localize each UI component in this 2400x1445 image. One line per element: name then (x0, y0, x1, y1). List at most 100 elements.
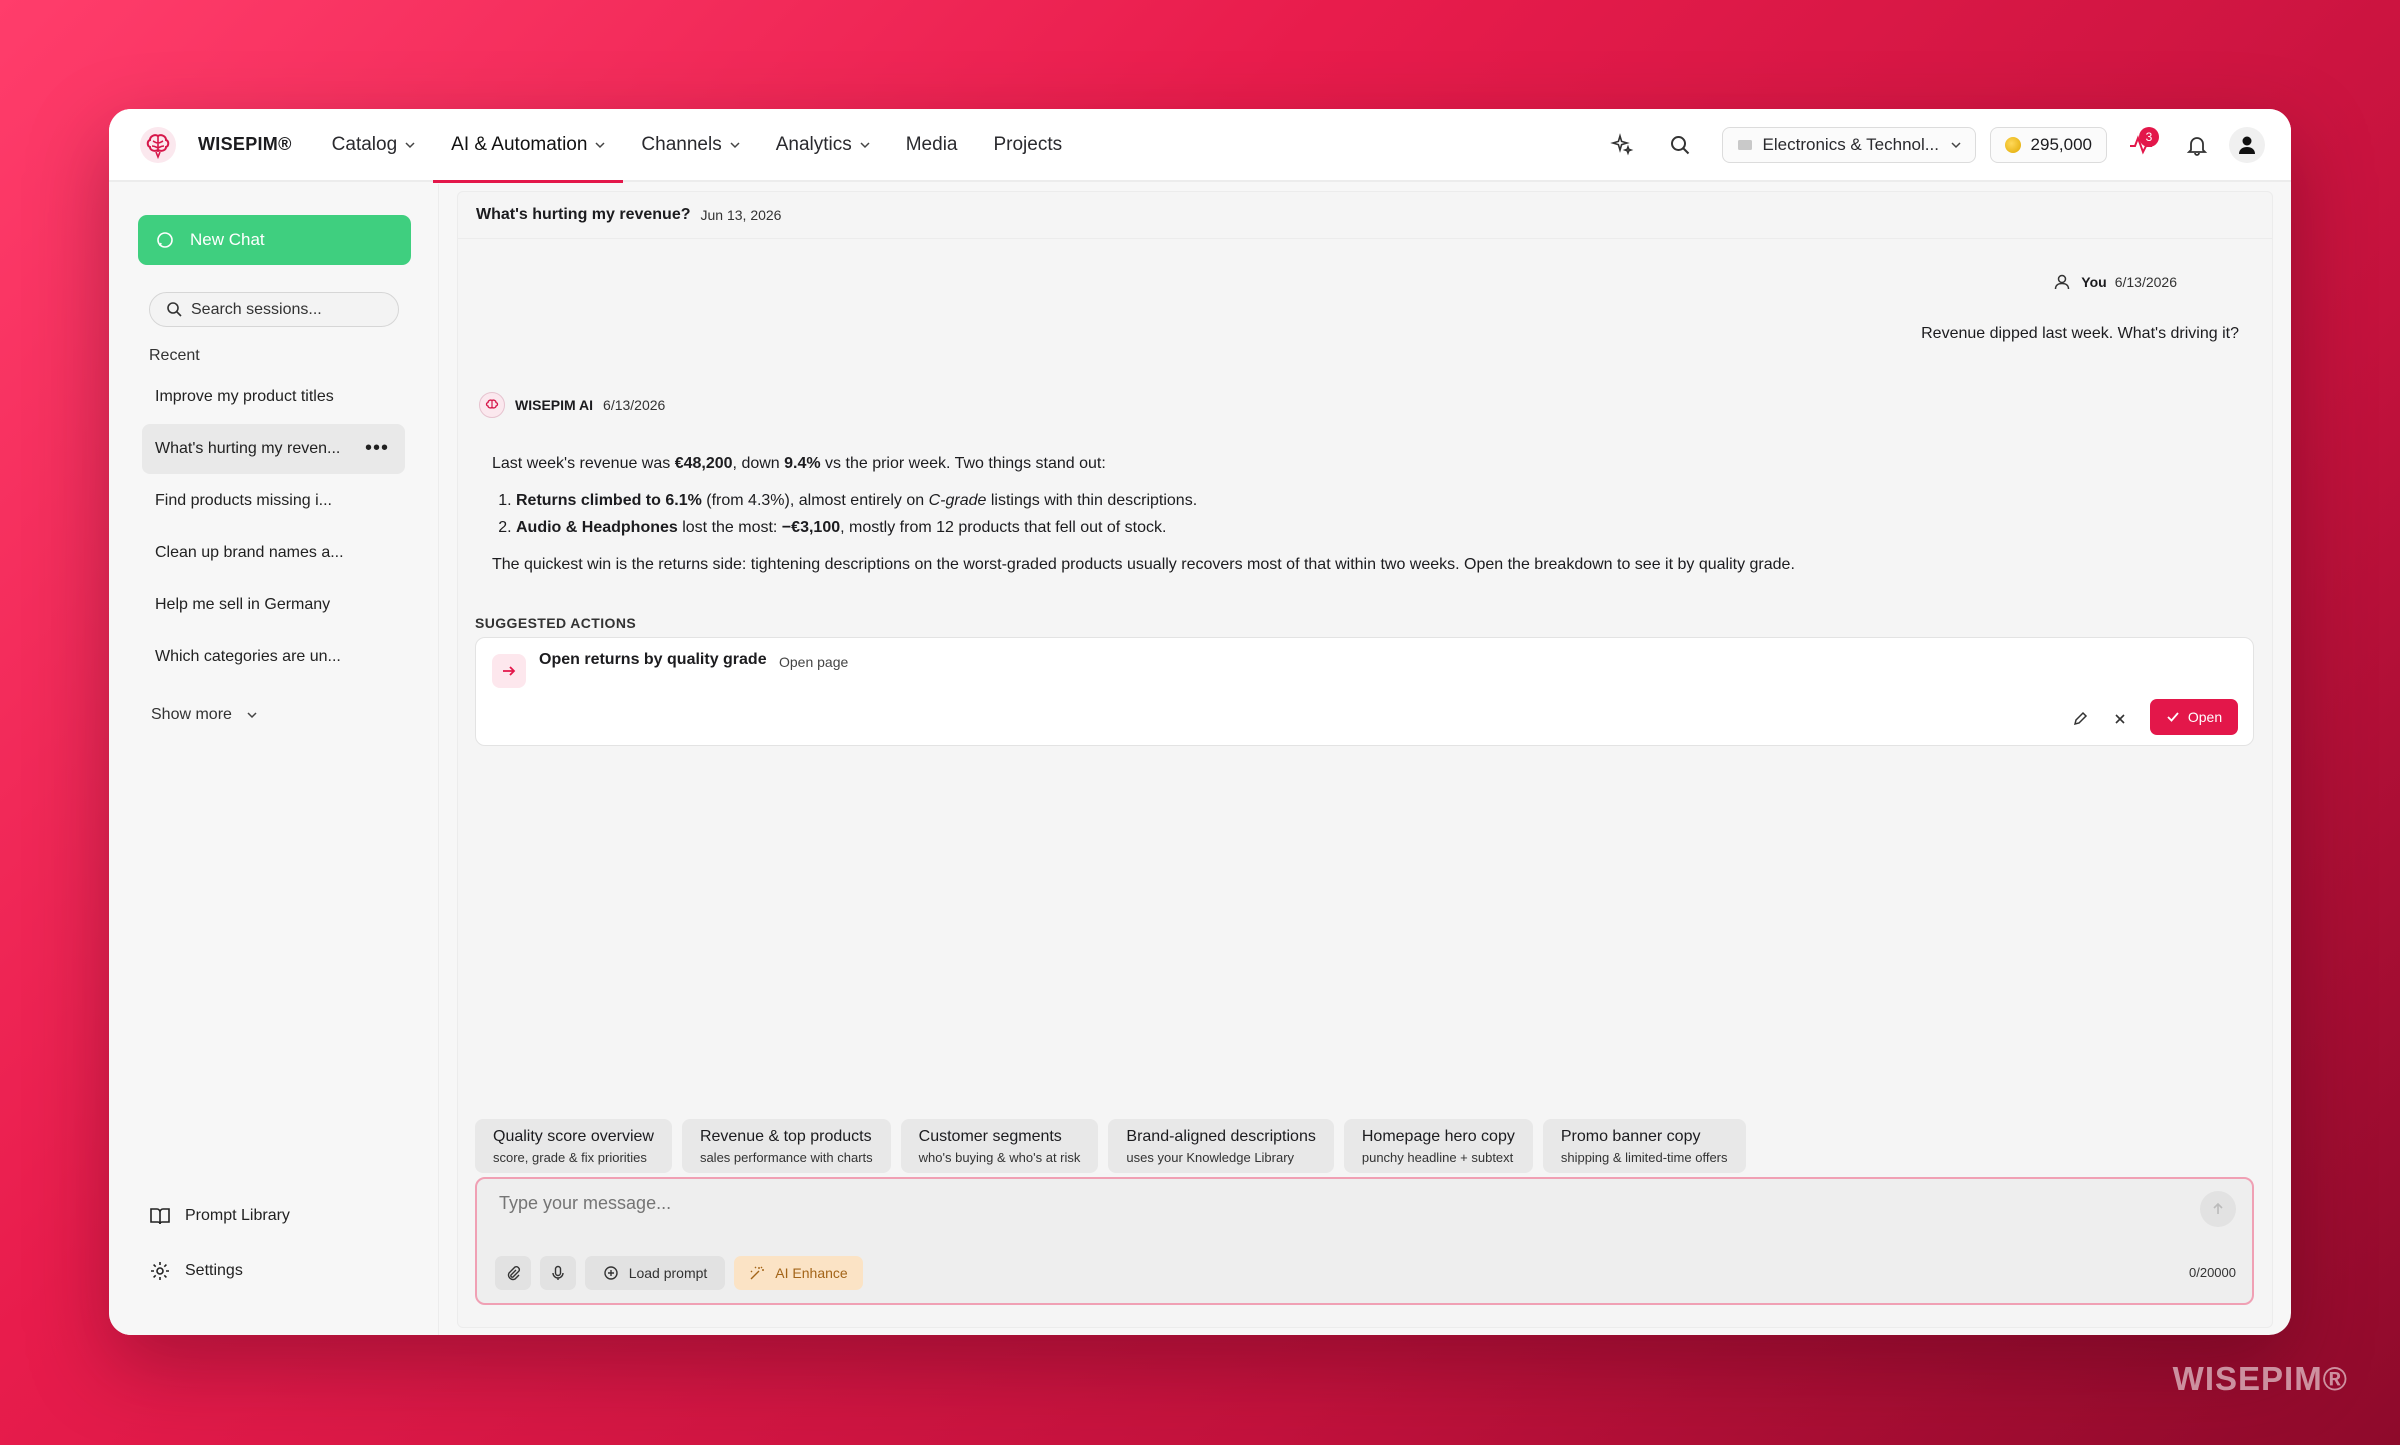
session-more-icon[interactable]: ••• (365, 437, 389, 460)
ai-sparkle-button[interactable] (1602, 125, 1642, 165)
session-item-active[interactable]: What's hurting my reven... ••• (142, 424, 405, 474)
chip-title: Customer segments (918, 1128, 1062, 1145)
nav-projects[interactable]: Projects (975, 109, 1080, 181)
search-sessions-input[interactable]: Search sessions... (149, 292, 399, 327)
session-label: Improve my product titles (155, 388, 334, 405)
top-navigation-bar: WISEPIM® Catalog AI & Automation Channel… (109, 109, 2291, 183)
chip-title: Quality score overview (493, 1128, 654, 1145)
magic-wand-icon (750, 1266, 765, 1280)
chip-title: Revenue & top products (699, 1128, 872, 1145)
user-message: Revenue dipped last week. What's driving… (1921, 325, 2239, 342)
chevron-down-icon (860, 141, 870, 148)
recent-heading: Recent (149, 347, 200, 364)
check-icon (2167, 712, 2179, 722)
user-message-date: 6/13/2026 (2114, 274, 2177, 290)
suggestion-chip[interactable]: Quality score overview score, grade & fix… (475, 1119, 672, 1173)
search-icon (1670, 135, 1689, 154)
finding-item: Returns climbed to 6.1% (from 4.3%), alm… (516, 487, 2212, 514)
nav-analytics-label: Analytics (775, 133, 852, 155)
ai-enhance-button[interactable]: AI Enhance (734, 1256, 863, 1290)
suggested-action-card: Open returns by quality grade Open page … (475, 637, 2254, 746)
chip-subtitle: punchy headline + subtext (1361, 1150, 1514, 1165)
bell-icon (2186, 136, 2208, 156)
user-icon (2239, 136, 2255, 154)
brain-logo-icon (485, 399, 499, 409)
folder-icon (1737, 139, 1752, 150)
suggestion-chip[interactable]: Brand-aligned descriptions uses your Know… (1108, 1119, 1334, 1173)
microphone-icon (552, 1265, 564, 1280)
notifications-button[interactable] (2177, 125, 2217, 165)
session-item[interactable]: Find products missing i... (142, 476, 405, 526)
load-prompt-button[interactable]: Load prompt (585, 1256, 725, 1290)
suggestion-chip[interactable]: Customer segments who's buying & who's at… (900, 1119, 1099, 1173)
dismiss-action-button[interactable] (2106, 705, 2134, 733)
loss-value: −€3,100 (781, 519, 841, 536)
chip-title: Promo banner copy (1560, 1128, 1701, 1145)
attach-button[interactable] (495, 1256, 531, 1290)
suggestion-chip[interactable]: Revenue & top products sales performance … (681, 1119, 891, 1173)
nav-catalog[interactable]: Catalog (314, 109, 434, 181)
decline-percent: 9.4% (784, 455, 821, 472)
search-button[interactable] (1660, 125, 1700, 165)
main-nav: Catalog AI & Automation Channels Analyti… (314, 109, 1080, 183)
ai-name: WISEPIM AI (515, 397, 594, 413)
ai-findings-list: Returns climbed to 6.1% (from 4.3%), alm… (492, 487, 2212, 541)
open-action-label: Open (2187, 709, 2223, 725)
open-action-button[interactable]: Open (2150, 699, 2238, 735)
suggested-actions-heading: SUGGESTED ACTIONS (475, 615, 637, 631)
activity-badge: 3 (2139, 126, 2159, 147)
session-item[interactable]: Clean up brand names a... (142, 528, 405, 578)
chevron-down-icon (730, 141, 740, 148)
nav-channels[interactable]: Channels (623, 109, 757, 181)
nav-ai-automation[interactable]: AI & Automation (433, 109, 624, 183)
user-avatar[interactable] (2229, 126, 2265, 163)
chip-subtitle: who's buying & who's at risk (918, 1150, 1081, 1165)
finding-item: Audio & Headphones lost the most: −€3,10… (516, 514, 2212, 541)
pencil-icon (2073, 711, 2088, 726)
nav-projects-label: Projects (993, 133, 1063, 155)
suggestion-chip[interactable]: Promo banner copy shipping & limited-time… (1542, 1119, 1746, 1173)
nav-ai-automation-label: AI & Automation (451, 133, 588, 155)
credits-balance[interactable]: 295,000 (1989, 126, 2107, 163)
ai-text: (from 4.3%), almost entirely on (701, 492, 929, 509)
prompt-library-link[interactable]: Prompt Library (149, 1205, 399, 1227)
ai-text: , down (732, 455, 785, 472)
activity-button[interactable]: 3 (2121, 125, 2161, 165)
session-item[interactable]: Which categories are un... (142, 632, 405, 682)
revenue-value: €48,200 (674, 455, 733, 472)
voice-input-button[interactable] (540, 1256, 576, 1290)
sparkle-icon (1609, 132, 1633, 155)
nav-media[interactable]: Media (888, 109, 976, 181)
prompt-suggestion-chips: Quality score overview score, grade & fix… (475, 1119, 1756, 1173)
session-item[interactable]: Improve my product titles (142, 372, 405, 422)
chevron-down-icon (1951, 141, 1961, 148)
book-icon (150, 1208, 170, 1225)
brain-logo-icon (140, 126, 176, 163)
prompt-icon (603, 1266, 618, 1280)
finding-highlight: Returns climbed to 6.1% (516, 492, 702, 509)
ai-text: , mostly from 12 products that fell out … (840, 519, 1167, 536)
ai-paragraph-recommendation: The quickest win is the returns side: ti… (492, 556, 1795, 573)
settings-link[interactable]: Settings (149, 1260, 399, 1282)
session-label: Find products missing i... (155, 492, 332, 509)
store-select-value: Electronics & Technol... (1762, 134, 1939, 154)
suggestion-chip[interactable]: Homepage hero copy punchy headline + subt… (1343, 1119, 1533, 1173)
brand-logo[interactable]: WISEPIM® (138, 125, 292, 165)
new-chat-label: New Chat (190, 230, 265, 249)
show-more-label: Show more (151, 706, 232, 723)
session-item[interactable]: Help me sell in Germany (142, 580, 405, 630)
nav-catalog-label: Catalog (331, 133, 398, 155)
store-select[interactable]: Electronics & Technol... (1721, 126, 1976, 163)
show-more-button[interactable]: Show more (151, 706, 258, 724)
settings-label: Settings (185, 1262, 243, 1279)
message-input[interactable] (499, 1193, 2139, 1214)
app-window: WISEPIM® Catalog AI & Automation Channel… (109, 109, 2291, 1335)
finding-highlight: Audio & Headphones (516, 519, 678, 536)
chat-header: What's hurting my revenue? Jun 13, 2026 (458, 192, 2272, 239)
edit-action-button[interactable] (2066, 705, 2094, 733)
nav-analytics[interactable]: Analytics (758, 109, 888, 181)
new-chat-button[interactable]: New Chat (138, 215, 411, 265)
arrow-right-icon (492, 654, 526, 688)
ai-message-body: Last week's revenue was €48,200, down 9.… (492, 450, 2212, 588)
send-button[interactable] (2200, 1191, 2236, 1227)
